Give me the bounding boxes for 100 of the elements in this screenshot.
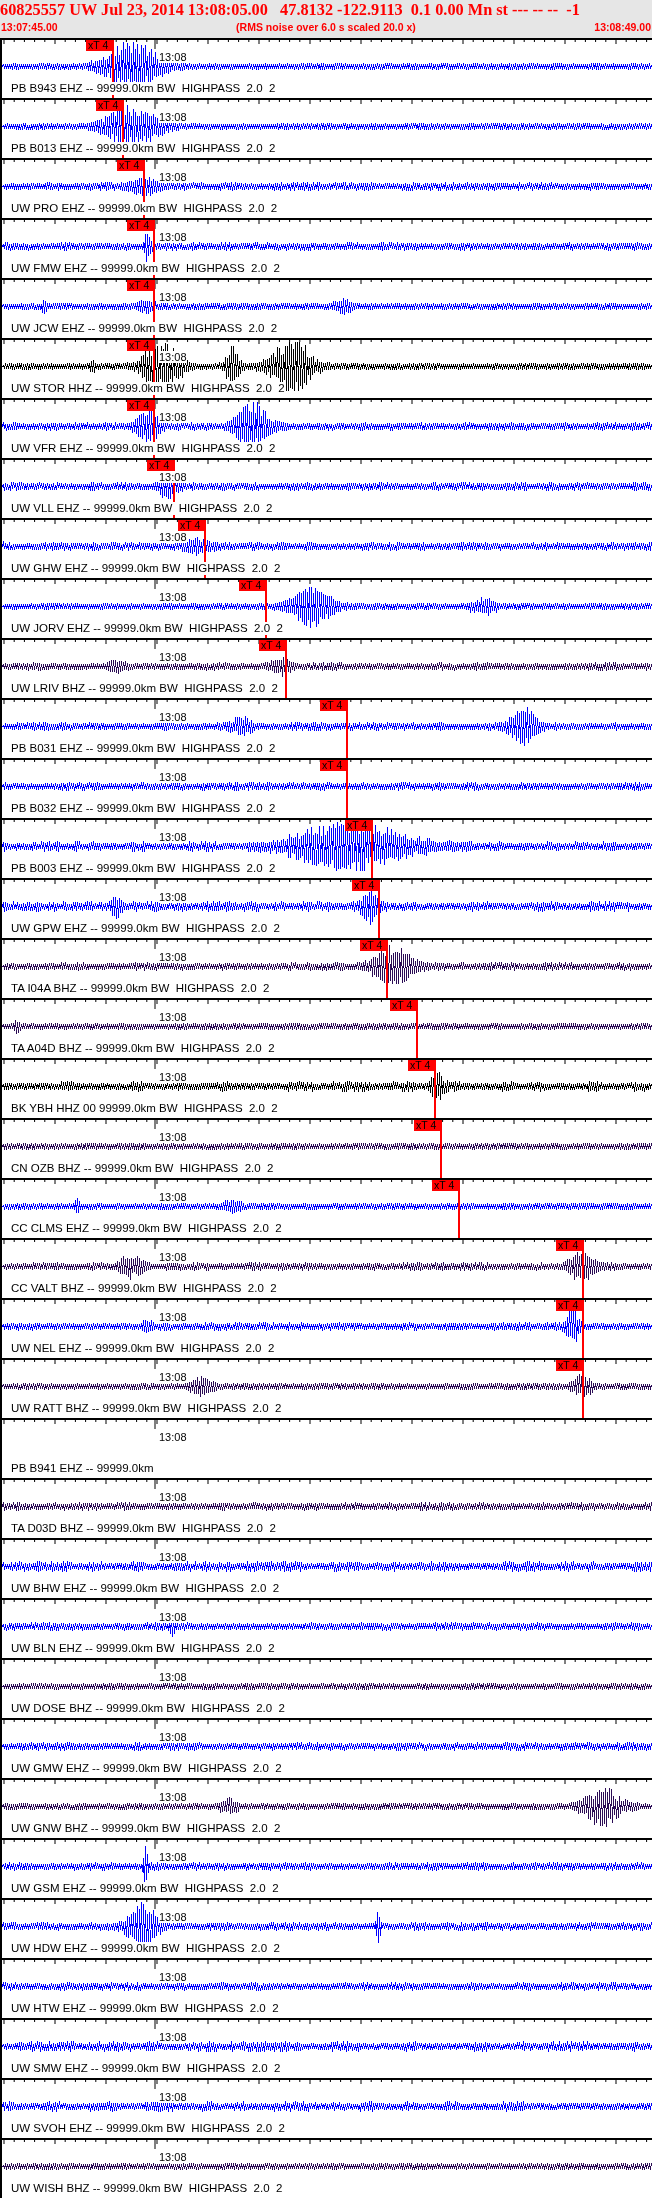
time-label: 13:08 — [159, 1731, 187, 1743]
channel-label: UW STOR HHZ -- 99999.0km BW HIGHPASS 2.0 2 — [11, 382, 285, 395]
pick-line — [434, 1071, 436, 1118]
start-time: 13:07:45.00 — [1, 20, 58, 34]
time-label: 13:08 — [159, 1971, 187, 1983]
time-label: 13:08 — [159, 1251, 187, 1263]
time-label: 13:08 — [159, 351, 187, 363]
pick-line — [153, 291, 155, 338]
pick-marker: xT 4 — [390, 1000, 418, 1011]
pick-line — [153, 231, 155, 278]
time-label: 13:08 — [159, 1851, 187, 1863]
channel-label: UW PRO EHZ -- 99999.0km BW HIGHPASS 2.0 2 — [11, 202, 278, 215]
channel-label: UW JCW EHZ -- 99999.0km BW HIGHPASS 2.0 2 — [11, 322, 278, 335]
time-label: 13:08 — [159, 711, 187, 723]
pick-marker: xT 4 — [345, 820, 373, 831]
time-label: 13:08 — [159, 1071, 187, 1083]
pick-marker: xT 4 — [259, 640, 287, 651]
pick-marker: xT 4 — [320, 760, 348, 771]
channel-label: UW HTW EHZ -- 99999.0km BW HIGHPASS 2.0 2 — [11, 2002, 279, 2015]
pick-marker: xT 4 — [117, 160, 145, 171]
pick-marker: xT 4 — [352, 880, 380, 891]
channel-label: PB B013 EHZ -- 99999.0km BW HIGHPASS 2.0 2 — [11, 142, 276, 155]
event-title: 60825557 UW Jul 23, 2014 13:08:05.00 47.8132 -122.9113 0.1 0.00 Mn st --- -- -- -1 — [0, 0, 581, 20]
pick-line — [371, 831, 373, 878]
channel-label: UW RATT BHZ -- 99999.0km BW HIGHPASS 2.0 2 — [11, 1402, 282, 1415]
pick-marker: xT 4 — [127, 400, 155, 411]
pick-line — [112, 51, 114, 98]
channel-label: PB B032 EHZ -- 99999.0km BW HIGHPASS 2.0 2 — [11, 802, 276, 815]
pick-line — [265, 591, 267, 638]
pick-marker: xT 4 — [127, 220, 155, 231]
time-label: 13:08 — [159, 591, 187, 603]
pick-marker: xT 4 — [127, 280, 155, 291]
time-label: 13:08 — [159, 51, 187, 63]
channel-label: UW NEL EHZ -- 99999.0km BW HIGHPASS 2.0 2 — [11, 1342, 275, 1355]
time-label: 13:08 — [159, 111, 187, 123]
pick-line — [582, 1371, 584, 1418]
pick-line — [386, 951, 388, 998]
time-label: 13:08 — [159, 951, 187, 963]
channel-label: UW GNW BHZ -- 99999.0km BW HIGHPASS 2.0 2 — [11, 1822, 281, 1835]
channel-label: UW VFR EHZ -- 99999.0km BW HIGHPASS 2.0 2 — [11, 442, 276, 455]
time-label: 13:08 — [159, 1911, 187, 1923]
channel-label: CN OZB BHZ -- 99999.0km BW HIGHPASS 2.0 2 — [11, 1162, 274, 1175]
pick-marker: xT 4 — [408, 1060, 436, 1071]
channel-label: UW BHW EHZ -- 99999.0km BW HIGHPASS 2.0 2 — [11, 1582, 280, 1595]
time-label: 13:08 — [159, 771, 187, 783]
channel-label: UW WISH BHZ -- 99999.0km BW HIGHPASS 2.0 2 — [11, 2182, 283, 2195]
channel-label: TA I04A BHZ -- 99999.0km BW HIGHPASS 2.0 2 — [11, 982, 270, 995]
time-label: 13:08 — [159, 651, 187, 663]
channel-label: UW GPW EHZ -- 99999.0km BW HIGHPASS 2.0 2 — [11, 922, 280, 935]
pick-marker: xT 4 — [320, 700, 348, 711]
pick-marker: xT 4 — [147, 460, 175, 471]
time-label: 13:08 — [159, 2031, 187, 2043]
pick-line — [122, 111, 124, 158]
time-label: 13:08 — [159, 1191, 187, 1203]
channel-label: UW SMW EHZ -- 99999.0km BW HIGHPASS 2.0 2 — [11, 2062, 281, 2075]
time-label: 13:08 — [159, 1011, 187, 1023]
scaling-note: (RMS noise over 6.0 s scaled 20.0 x) — [236, 20, 416, 34]
pick-line — [143, 171, 145, 218]
channel-label: UW LRIV BHZ -- 99999.0km BW HIGHPASS 2.0 2 — [11, 682, 278, 695]
channel-label: UW GHW EHZ -- 99999.0km BW HIGHPASS 2.0 2 — [11, 562, 281, 575]
time-label: 13:08 — [159, 411, 187, 423]
pick-marker: xT 4 — [432, 1180, 460, 1191]
pick-line — [285, 651, 287, 698]
time-label: 13:08 — [159, 471, 187, 483]
pick-marker: xT 4 — [86, 40, 114, 51]
pick-marker: xT 4 — [414, 1120, 442, 1131]
channel-label: CC VALT BHZ -- 99999.0km BW HIGHPASS 2.0 2 — [11, 1282, 277, 1295]
pick-marker: xT 4 — [178, 520, 206, 531]
pick-line — [204, 531, 206, 578]
time-label: 13:08 — [159, 171, 187, 183]
time-label: 13:08 — [159, 1311, 187, 1323]
channel-label: UW VLL EHZ -- 99999.0km BW HIGHPASS 2.0 2 — [11, 502, 273, 515]
time-label: 13:08 — [159, 891, 187, 903]
pick-marker: xT 4 — [96, 100, 124, 111]
channel-label: TA A04D BHZ -- 99999.0km BW HIGHPASS 2.0 2 — [11, 1042, 275, 1055]
time-label: 13:08 — [159, 2151, 187, 2163]
time-label: 13:08 — [159, 1791, 187, 1803]
pick-marker: xT 4 — [556, 1300, 584, 1311]
pick-marker: xT 4 — [360, 940, 388, 951]
time-label: 13:08 — [159, 1551, 187, 1563]
channel-label: UW JORV EHZ -- 99999.0km BW HIGHPASS 2.0 2 — [11, 622, 283, 635]
time-label: 13:08 — [159, 1671, 187, 1683]
pick-line — [416, 1011, 418, 1058]
channel-label: UW GMW EHZ -- 99999.0km BW HIGHPASS 2.0 2 — [11, 1762, 282, 1775]
channel-label: TA D03D BHZ -- 99999.0km BW HIGHPASS 2.0 2 — [11, 1522, 276, 1535]
channel-label: UW FMW EHZ -- 99999.0km BW HIGHPASS 2.0 2 — [11, 262, 280, 275]
channel-label: BK YBH HHZ 00 99999.0km BW HIGHPASS 2.0 2 — [11, 1102, 278, 1115]
pick-marker: xT 4 — [239, 580, 267, 591]
time-label: 13:08 — [159, 1431, 187, 1443]
pick-line — [346, 771, 348, 818]
time-label: 13:08 — [159, 1371, 187, 1383]
channel-label: PB B941 EHZ -- 99999.0km — [11, 1462, 154, 1475]
pick-line — [582, 1311, 584, 1358]
time-label: 13:08 — [159, 2091, 187, 2103]
pick-line — [153, 411, 155, 458]
time-label: 13:08 — [159, 1131, 187, 1143]
channel-label: UW GSM EHZ -- 99999.0km BW HIGHPASS 2.0 2 — [11, 1882, 279, 1895]
pick-line — [346, 711, 348, 758]
channel-label: UW HDW EHZ -- 99999.0km BW HIGHPASS 2.0 2 — [11, 1942, 280, 1955]
pick-line — [378, 891, 380, 938]
